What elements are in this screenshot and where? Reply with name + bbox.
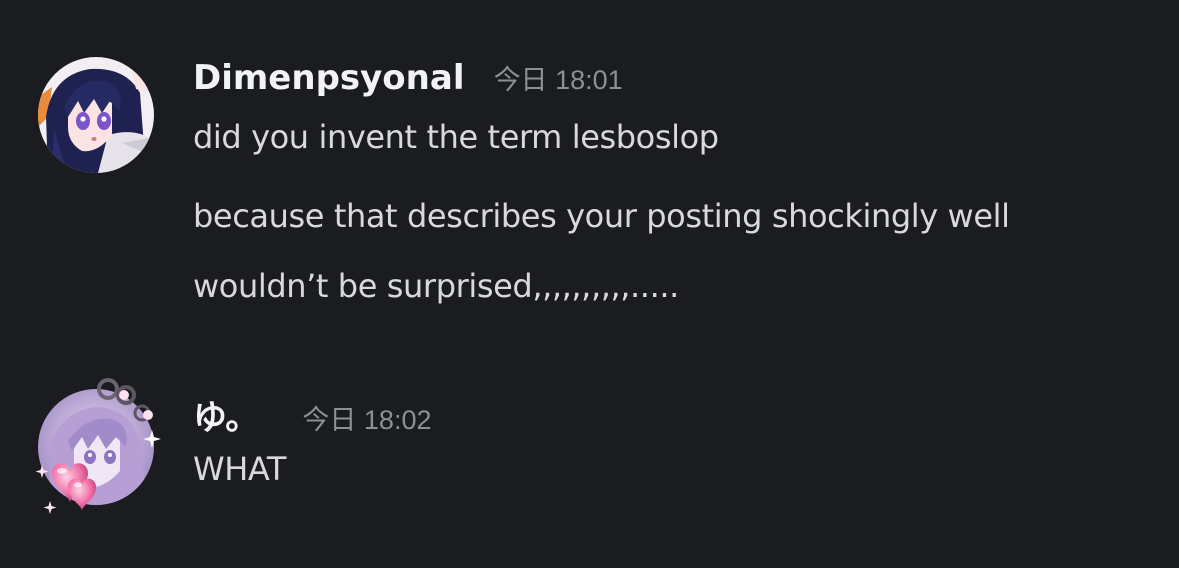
message-header: Dimenpsyonal 今日 18:01 bbox=[193, 58, 623, 98]
message-header: ゆ。 今日 18:02 bbox=[193, 390, 431, 439]
anime-girl-purple-hair-avatar-icon bbox=[38, 57, 154, 173]
chat-message-list: Dimenpsyonal 今日 18:01 did you invent the… bbox=[0, 0, 1179, 568]
username[interactable]: ゆ。 bbox=[193, 390, 259, 439]
username[interactable]: Dimenpsyonal bbox=[193, 58, 464, 98]
message-text: did you invent the term lesboslop bbox=[193, 118, 719, 156]
message-text: wouldn’t be surprised,,,,,,,,,,..... bbox=[193, 267, 679, 305]
timestamp[interactable]: 今日 18:01 bbox=[494, 58, 623, 97]
message-text: because that describes your posting shoc… bbox=[193, 197, 1010, 235]
avatar[interactable] bbox=[38, 57, 154, 173]
anime-girl-lavender-avatar-with-heart-decoration-icon bbox=[38, 389, 154, 505]
timestamp[interactable]: 今日 18:02 bbox=[302, 398, 431, 437]
avatar[interactable] bbox=[38, 389, 154, 505]
message-text: WHAT bbox=[193, 450, 287, 488]
